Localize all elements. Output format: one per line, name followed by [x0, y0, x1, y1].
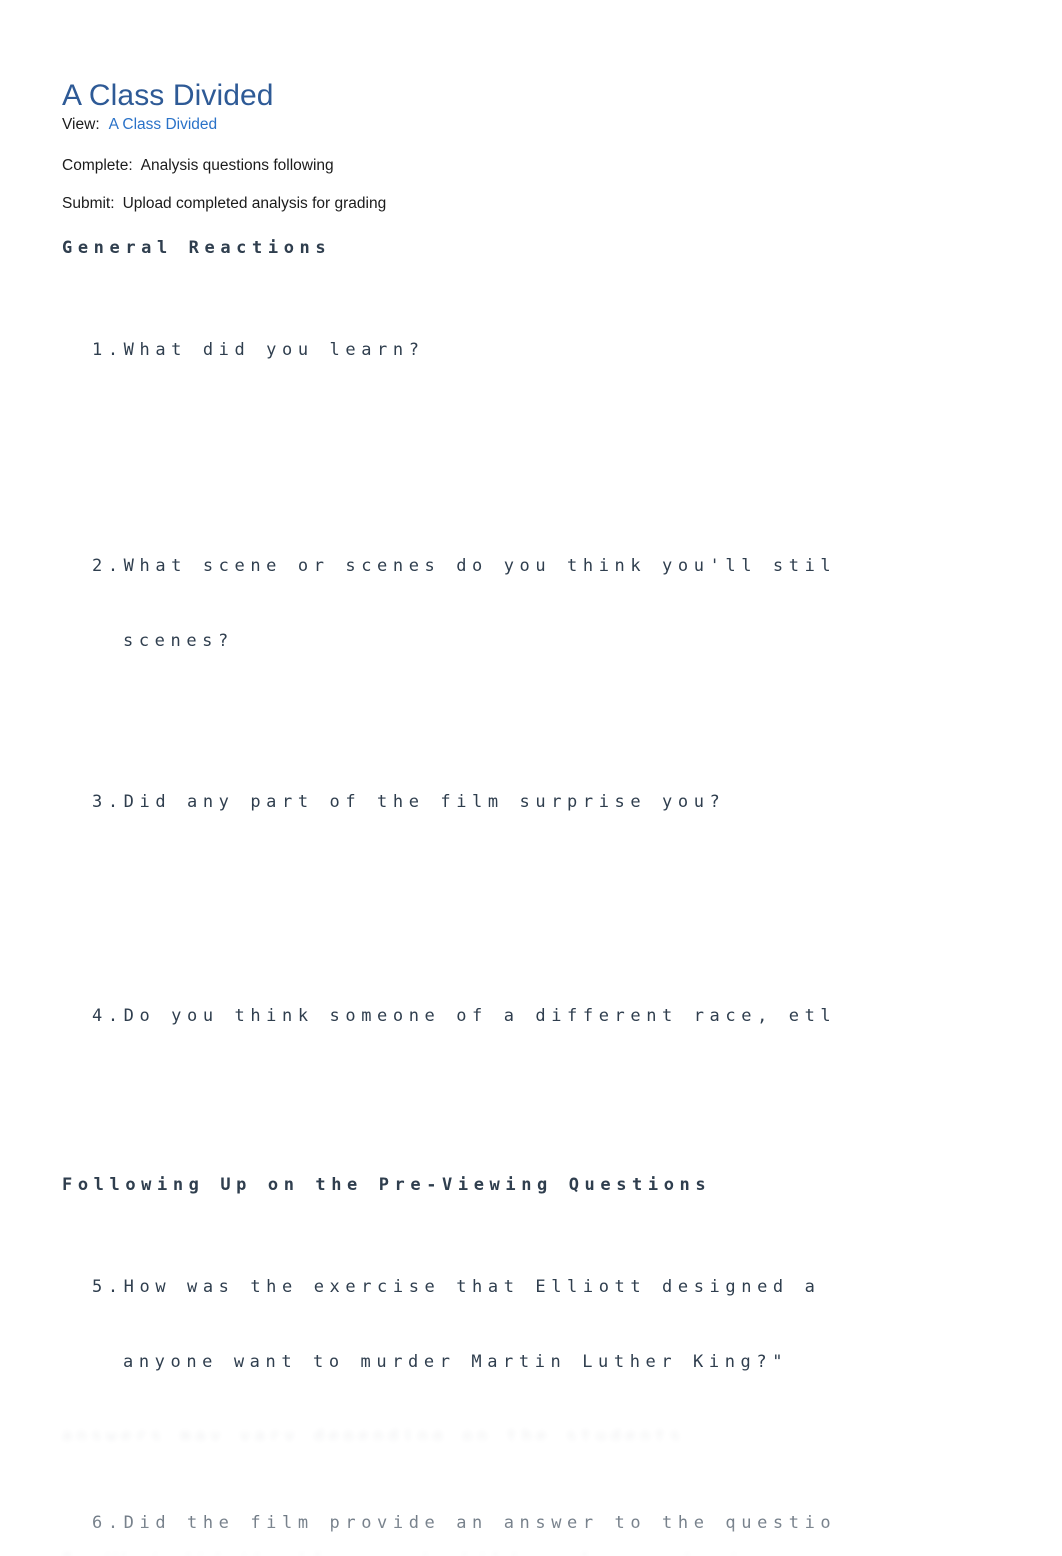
question-item-2: 2.What scene or scenes do you think you'… — [92, 504, 1062, 704]
question-2-line-2: scenes? — [123, 631, 234, 651]
faded-overflow-bottom: 7. What did the blue-eyed children learn… — [62, 1502, 1062, 1556]
page-title: A Class Divided — [62, 79, 274, 112]
submit-value: Upload completed analysis for grading — [122, 195, 387, 212]
question-1-line-1: 1.What did you learn? — [92, 340, 425, 360]
complete-line: Complete: Analysis questions following — [62, 155, 334, 177]
question-5-line-2: anyone want to murder Martin Luther King… — [123, 1352, 789, 1372]
view-label: View: — [62, 116, 100, 133]
section-heading-general-reactions: General Reactions — [62, 238, 332, 258]
document-page: A Class Divided View: A Class Divided Com… — [0, 0, 1062, 1556]
submit-line: Submit: Upload completed analysis for gra… — [62, 193, 386, 215]
question-3-line-1: 3.Did any part of the film surprise you? — [92, 792, 726, 812]
question-item-4: 4.Do you think someone of a different ra… — [92, 954, 1062, 1079]
complete-label: Complete: — [62, 157, 133, 174]
faded-overflow-bottom-line-1: 7. What did the blue-eyed children learn… — [62, 1548, 1062, 1556]
question-item-5: 5.How was the exercise that Elliott desi… — [92, 1225, 1062, 1425]
question-4-line-1: 4.Do you think someone of a different ra… — [92, 1006, 837, 1026]
question-2-line-1: 2.What scene or scenes do you think you'… — [92, 556, 837, 576]
section-heading-following-up: Following Up on the Pre-Viewing Question… — [62, 1175, 712, 1195]
faded-overflow-top: answers may vary depending on the studen… — [62, 1426, 685, 1440]
question-5-line-1: 5.How was the exercise that Elliott desi… — [92, 1277, 821, 1297]
submit-label: Submit: — [62, 195, 115, 212]
question-item-1: 1.What did you learn? — [92, 288, 1062, 413]
view-resource-link[interactable]: A Class Divided — [109, 116, 218, 133]
complete-value: Analysis questions following — [140, 157, 334, 174]
view-line: View: A Class Divided — [62, 114, 217, 136]
question-item-3: 3.Did any part of the film surprise you? — [92, 740, 1062, 865]
